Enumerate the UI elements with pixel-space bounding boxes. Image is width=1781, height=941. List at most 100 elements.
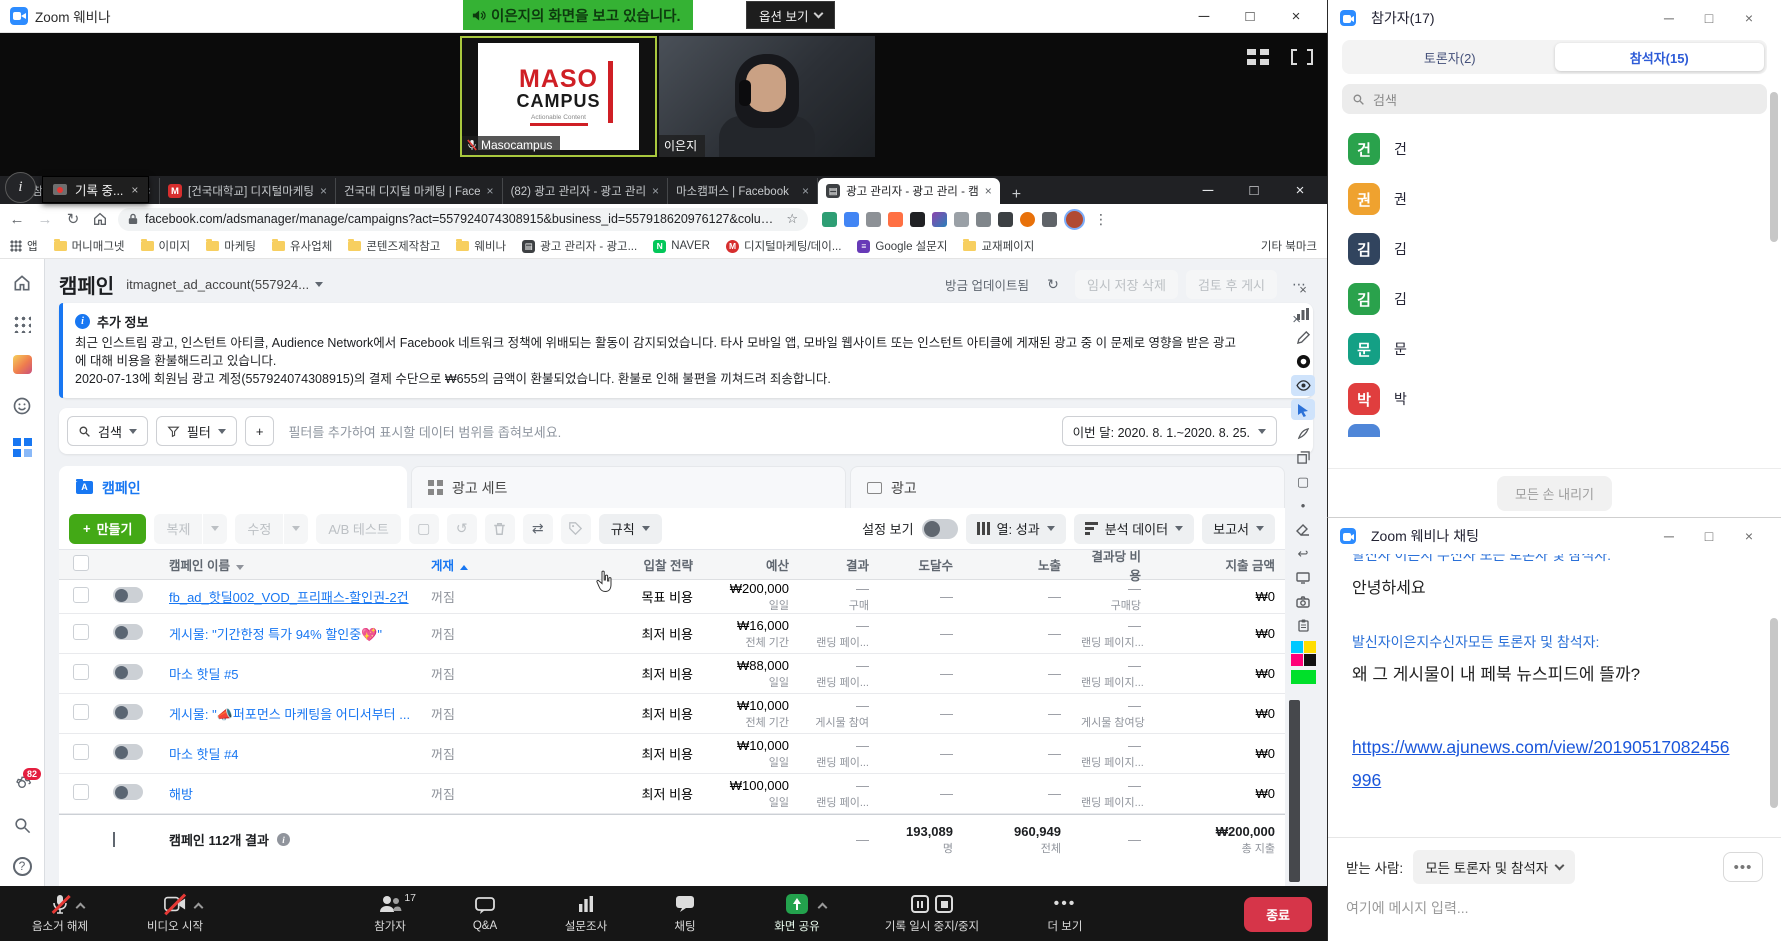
toast-close-icon[interactable]: ×	[131, 183, 138, 197]
color-swatches[interactable]	[1291, 641, 1316, 666]
col-header-result[interactable]: 결과	[799, 555, 879, 574]
select-all-checkbox[interactable]	[73, 555, 89, 571]
refresh-button[interactable]: ↻	[1039, 271, 1067, 297]
col-header-impressions[interactable]: 노출	[963, 555, 1071, 574]
home-icon[interactable]	[12, 273, 32, 293]
account-selector[interactable]: itmagnet_ad_account(557924...	[126, 277, 323, 292]
tab-campaigns[interactable]: 캠페인	[59, 466, 407, 508]
row-checkbox[interactable]	[73, 784, 89, 800]
discard-draft-button[interactable]: 임시 저장 삭제	[1075, 270, 1178, 299]
shortcut-icon[interactable]	[13, 355, 32, 374]
fullscreen-icon[interactable]	[1291, 49, 1313, 65]
other-bookmarks[interactable]: 기타 북마크	[1261, 238, 1317, 254]
extension-icon[interactable]	[888, 212, 903, 227]
undo-icon-button[interactable]: ↺	[447, 514, 477, 544]
scrollbar-thumb[interactable]	[1770, 92, 1778, 242]
extension-icon[interactable]	[1042, 212, 1057, 227]
box-icon-button[interactable]: ▢	[409, 514, 439, 544]
color-yellow[interactable]	[1304, 641, 1316, 653]
expand-icon[interactable]	[113, 832, 115, 847]
search-icon[interactable]	[13, 816, 32, 835]
draw-icon[interactable]	[1291, 423, 1315, 444]
list-item[interactable]: 권 권	[1348, 174, 1781, 224]
pencil-icon[interactable]	[1291, 327, 1315, 348]
address-bar[interactable]: facebook.com/adsmanager/manage/campaigns…	[118, 208, 808, 231]
minimize-button[interactable]: ─	[1649, 10, 1689, 26]
maximize-button[interactable]: □	[1689, 528, 1729, 544]
search-dropdown[interactable]: 검색	[67, 416, 148, 446]
color-magenta[interactable]	[1291, 654, 1303, 666]
bookmark-folder[interactable]: 교재페이지	[963, 238, 1034, 254]
reports-dropdown[interactable]: 보고서	[1202, 514, 1275, 544]
extension-icon[interactable]	[976, 212, 991, 227]
close-button[interactable]: ×	[1729, 528, 1769, 544]
view-options-button[interactable]: 옵션 보기	[746, 1, 835, 29]
tab-panelists[interactable]: 토론자(2)	[1345, 43, 1555, 71]
close-button[interactable]: ×	[1273, 8, 1319, 25]
profile-avatar[interactable]	[1064, 209, 1085, 230]
campaign-name-link[interactable]: 게시물: "📣퍼포먼스 마케팅을 어디서부터 ...	[169, 704, 411, 723]
tag-icon-button[interactable]	[561, 514, 591, 544]
minimize-button[interactable]: ─	[1185, 182, 1231, 199]
gallery-view-icon[interactable]	[1247, 49, 1269, 65]
campaign-name-link[interactable]: 해방	[169, 784, 411, 803]
campaign-name-link[interactable]: fb_ad_핫딜002_VOD_프리패스-할인권-2건	[169, 587, 411, 606]
duplicate-caret-button[interactable]	[203, 514, 227, 544]
row-toggle[interactable]	[113, 624, 143, 640]
cursor-icon[interactable]	[1291, 399, 1315, 420]
info-icon[interactable]: i	[277, 833, 290, 846]
home-icon[interactable]	[92, 211, 108, 227]
unmute-button[interactable]: 음소거 해제	[8, 890, 112, 938]
extension-icon[interactable]	[844, 212, 859, 227]
date-range-selector[interactable]: 이번 달: 2020. 8. 1.~2020. 8. 25.	[1062, 416, 1277, 446]
eye-icon[interactable]	[1291, 375, 1315, 396]
breakdown-dropdown[interactable]: 분석 데이터	[1074, 514, 1194, 544]
polls-button[interactable]: 설문조사	[545, 890, 627, 938]
browser-tab-2[interactable]: M [건국대학교] 디지털마케팅 ×	[160, 178, 336, 204]
col-header-cost[interactable]: 결과당 비용	[1071, 546, 1151, 584]
rules-dropdown[interactable]: 규칙	[599, 514, 662, 544]
chat-more-button[interactable]: •••	[1723, 852, 1763, 882]
scrollbar-thumb[interactable]	[1289, 700, 1300, 882]
camera-icon[interactable]	[1291, 591, 1315, 612]
browser-menu-icon[interactable]: ⋮	[1094, 211, 1108, 228]
list-item[interactable]: 건 건	[1348, 124, 1781, 174]
extension-icon[interactable]	[932, 212, 947, 227]
undo-arrow-icon[interactable]: ↩	[1291, 543, 1315, 564]
participants-search-input[interactable]: 검색	[1342, 84, 1767, 114]
add-filter-button[interactable]: +	[245, 416, 275, 446]
tab-close-icon[interactable]: ×	[802, 184, 809, 198]
browser-tab-4[interactable]: (82) 광고 관리자 - 광고 관리 ×	[503, 178, 669, 204]
color-cyan[interactable]	[1291, 641, 1303, 653]
tab-ad-sets[interactable]: 광고 세트	[411, 466, 846, 508]
bookmark-marketing[interactable]: M디지털마케팅/데이...	[726, 238, 841, 254]
more-button[interactable]: ••• 더 보기	[1030, 890, 1100, 938]
clipboard-icon[interactable]	[1291, 615, 1315, 636]
help-icon[interactable]: ?	[13, 857, 32, 876]
lower-all-hands-button[interactable]: 모든 손 내리기	[1497, 476, 1612, 511]
monitor-icon[interactable]	[1291, 567, 1315, 588]
bookmark-apps[interactable]: 앱	[10, 238, 38, 254]
recording-controls[interactable]: 기록 일시 중지/중지	[852, 890, 1012, 938]
col-header-spend[interactable]: 지출 금액	[1151, 555, 1285, 574]
list-item[interactable]: 김 김	[1348, 224, 1781, 274]
new-tab-button[interactable]: +	[1012, 186, 1021, 204]
extension-icon[interactable]	[822, 212, 837, 227]
bookmark-folder[interactable]: 마케팅	[206, 238, 256, 254]
back-icon[interactable]: ←	[8, 211, 26, 228]
row-checkbox[interactable]	[73, 624, 89, 640]
col-header-name[interactable]: 캠페인 이름	[159, 555, 421, 574]
maximize-button[interactable]: □	[1231, 182, 1277, 199]
campaign-name-link[interactable]: 게시물: "기간한정 특가 94% 할인중💖"	[169, 624, 411, 643]
chevron-up-icon[interactable]	[194, 903, 204, 913]
bookmark-google-forms[interactable]: ≡Google 설문지	[857, 238, 947, 254]
bookmark-folder[interactable]: 웨비나	[456, 238, 506, 254]
bookmark-ads-manager[interactable]: ▤광고 관리자 - 광고...	[522, 238, 637, 254]
bookmark-star-icon[interactable]: ☆	[786, 211, 798, 227]
extension-icon[interactable]	[1020, 212, 1035, 227]
extension-icon[interactable]	[866, 212, 881, 227]
forward-icon[interactable]: →	[36, 211, 54, 228]
close-button[interactable]: ×	[1729, 10, 1769, 26]
list-item[interactable]: 김 김	[1348, 274, 1781, 324]
bookmark-folder[interactable]: 유사업체	[272, 238, 332, 254]
